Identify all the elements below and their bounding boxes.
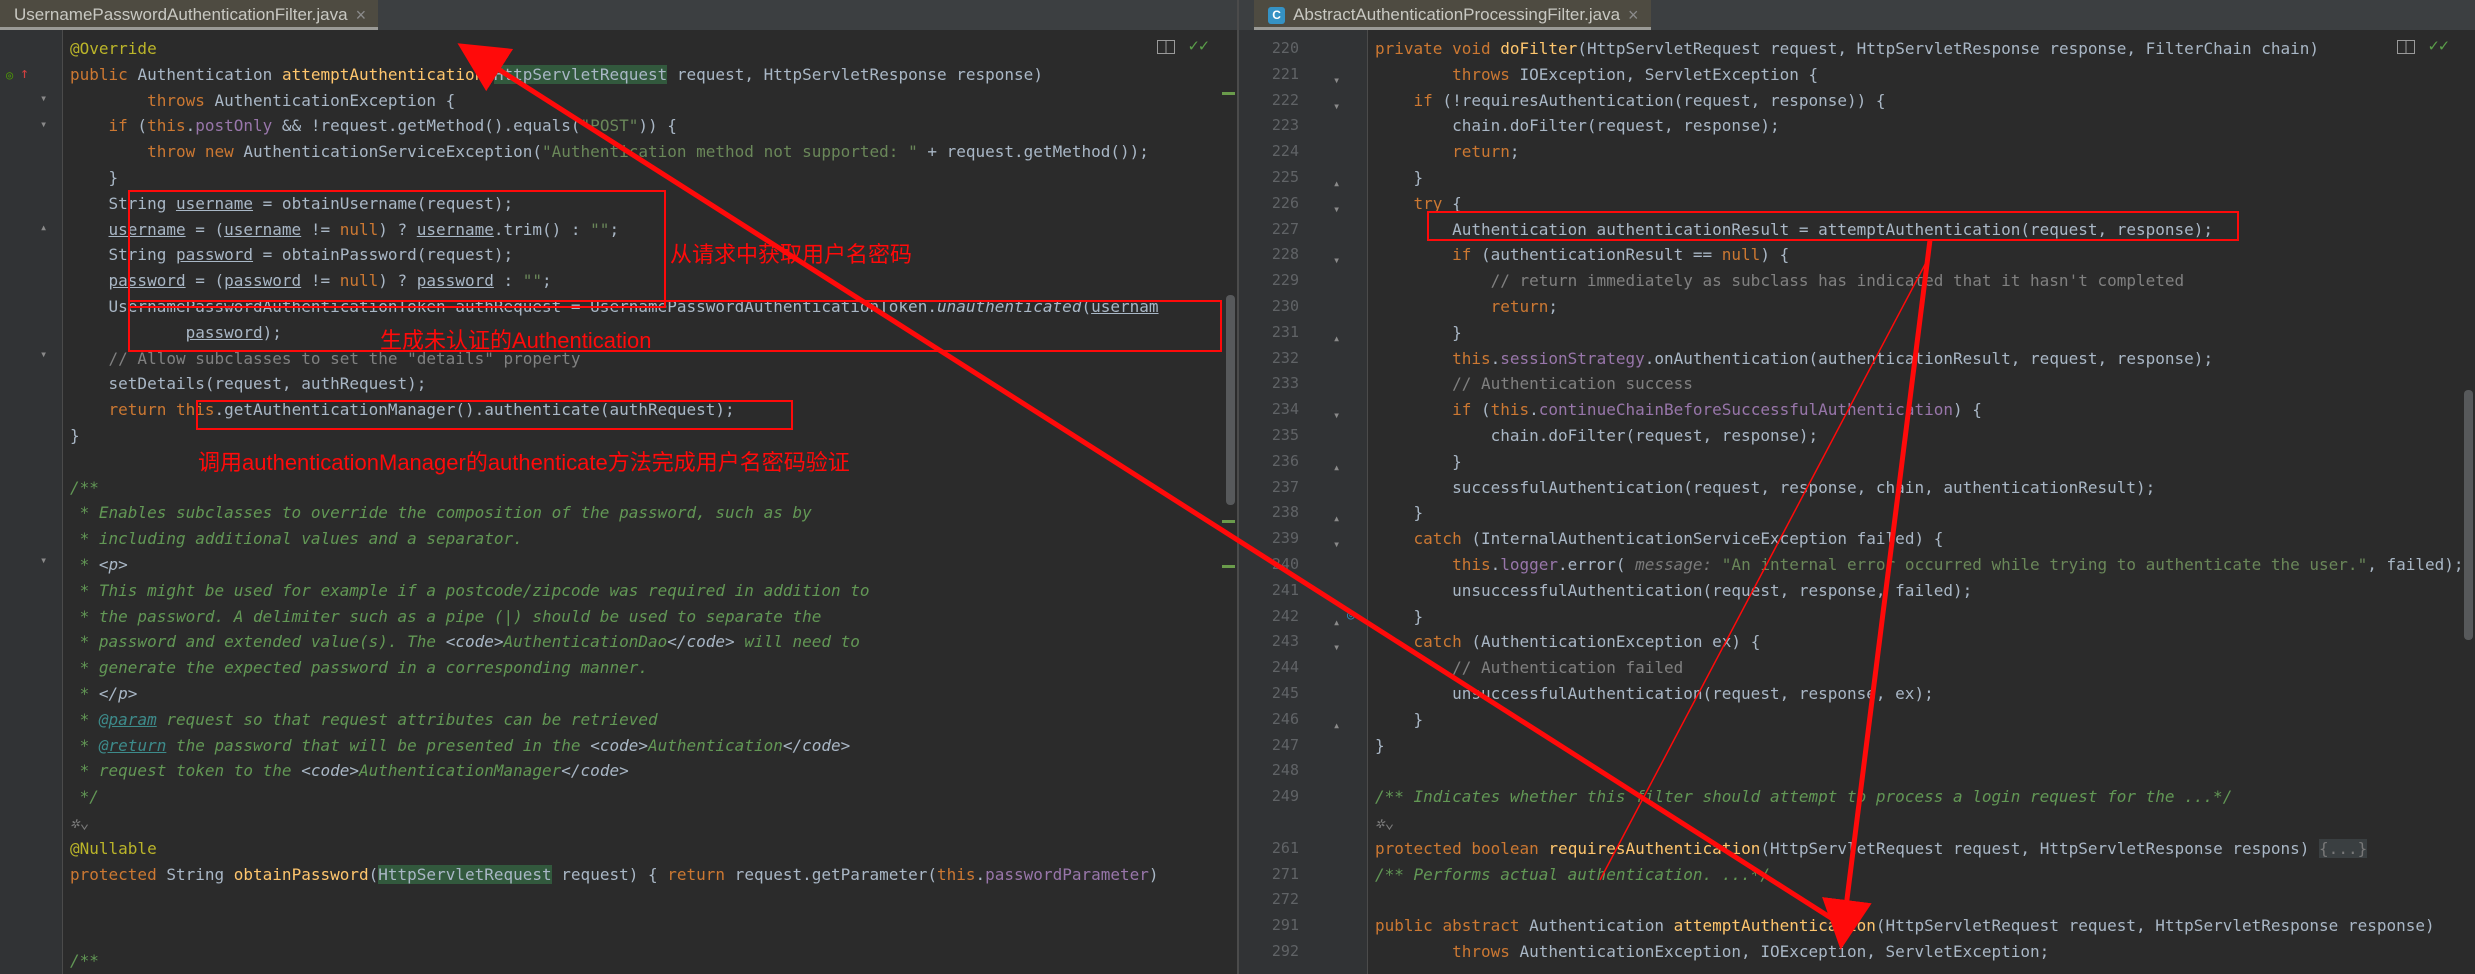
fold-arrow-icon[interactable]: ▴: [1333, 171, 1340, 197]
tab-label: UsernamePasswordAuthenticationFilter.jav…: [14, 5, 348, 24]
fold-arrow-icon[interactable]: ▴: [40, 215, 47, 241]
line-number: 222: [1271, 90, 1299, 109]
fold-arrow-icon[interactable]: ▾: [1333, 94, 1340, 120]
right-code-content[interactable]: private void doFilter(HttpServletRequest…: [1375, 30, 2464, 965]
line-number: 239: [1271, 529, 1299, 548]
line-number: 272: [1271, 890, 1299, 909]
left-editor-pane[interactable]: ◎ ↑ ▾ ▾ ▴ ▾ ▾ @Override public Authentic…: [0, 30, 1237, 974]
left-gutter[interactable]: [0, 30, 62, 974]
line-number: 245: [1271, 683, 1299, 702]
annotation-box-authenticate-call: [196, 400, 793, 430]
scrollbar-marker[interactable]: [1222, 565, 1235, 568]
annotation-box-unauthenticated-token: [128, 300, 1222, 352]
right-scrollbar-thumb[interactable]: [2464, 390, 2473, 640]
left-gutter-divider: [62, 30, 63, 974]
fold-arrow-icon[interactable]: ▾: [1333, 197, 1340, 223]
line-number: 271: [1271, 864, 1299, 883]
line-number: 223: [1271, 116, 1299, 135]
implements-arrow-icon[interactable]: ↑: [20, 64, 29, 82]
fold-arrow-icon[interactable]: ▴: [1333, 713, 1340, 739]
fold-arrow-icon[interactable]: ▴: [1333, 506, 1340, 532]
line-number: 261: [1271, 838, 1299, 857]
line-number: 235: [1271, 425, 1299, 444]
line-number: 220: [1271, 39, 1299, 57]
line-number: 240: [1271, 554, 1299, 573]
line-number: 228: [1271, 245, 1299, 264]
line-number: 227: [1271, 219, 1299, 238]
right-scrollbar[interactable]: [2462, 30, 2475, 974]
line-number: 292: [1271, 941, 1299, 960]
fold-arrow-icon[interactable]: ▾: [1333, 403, 1340, 429]
line-number: 247: [1271, 735, 1299, 754]
tab-abstract-authentication-processing-filter[interactable]: C AbstractAuthenticationProcessingFilter…: [1254, 0, 1651, 30]
right-editor-top-right-widgets[interactable]: ✓✓: [2396, 38, 2449, 55]
annotation-label-authenticate-call: 调用authenticationManager的authenticate方法完成…: [198, 450, 850, 475]
fold-arrow-icon[interactable]: ▾: [1333, 635, 1340, 661]
line-number: 229: [1271, 271, 1299, 290]
inspections-ok-icon[interactable]: ✓✓: [2429, 38, 2449, 55]
left-fold-column[interactable]: ▾ ▾ ▴: [40, 80, 47, 241]
left-code-content-tail[interactable]: /** * Enables subclasses to override the…: [70, 942, 812, 974]
right-gutter-divider: [1367, 30, 1368, 974]
line-number: 233: [1271, 374, 1299, 393]
left-scrollbar[interactable]: [1222, 30, 1237, 974]
right-fold-column[interactable]: ▾ ▾ ▴ ▾ ▾ ▴ ▾ ▴ ▴ ▾ ▴ ▾ ▴: [1333, 36, 1340, 739]
inspections-ok-icon[interactable]: ✓✓: [1189, 38, 1209, 55]
override-marker-icon[interactable]: ◎: [6, 68, 13, 82]
fold-arrow-icon[interactable]: ▾: [40, 112, 47, 138]
close-icon[interactable]: ×: [356, 6, 367, 24]
line-number: 230: [1271, 296, 1299, 315]
line-number: 225: [1271, 167, 1299, 186]
right-editor-pane[interactable]: 220 221 222 223 224 225 226 227 228 229 …: [1237, 30, 2475, 974]
annotation-label-unauthenticated: 生成未认证的Authentication: [380, 328, 652, 353]
fold-arrow-icon[interactable]: ▴: [1333, 455, 1340, 481]
line-number: 291: [1271, 916, 1299, 935]
line-number: 224: [1271, 142, 1299, 161]
scrollbar-marker[interactable]: [1222, 92, 1235, 95]
line-number: 244: [1271, 658, 1299, 677]
line-number: 231: [1271, 322, 1299, 341]
annotation-box-authentication-result: [1427, 211, 2239, 241]
scrollbar-marker[interactable]: [1222, 520, 1235, 523]
annotation-label-obtain-credentials: 从请求中获取用户名密码: [670, 242, 913, 267]
documentation-icon[interactable]: [2396, 39, 2415, 54]
editor-split: ◎ ↑ ▾ ▾ ▴ ▾ ▾ @Override public Authentic…: [0, 0, 2475, 974]
line-number: [1247, 810, 1299, 836]
left-editor-top-right-widgets[interactable]: ✓✓: [1156, 38, 1209, 55]
editor-pane-divider[interactable]: [1237, 0, 1239, 974]
line-number: 242: [1271, 606, 1299, 625]
abstract-method-marker-icon[interactable]: ◎: [1347, 608, 1355, 623]
line-number: 234: [1271, 400, 1299, 419]
line-number: 241: [1271, 580, 1299, 599]
line-number: 246: [1271, 709, 1299, 728]
documentation-icon[interactable]: [1156, 39, 1175, 54]
line-number: 243: [1271, 632, 1299, 651]
java-class-icon: C: [1268, 6, 1286, 24]
left-fold-column-3[interactable]: ▾: [40, 542, 47, 574]
fold-arrow-icon[interactable]: ▾: [1333, 248, 1340, 274]
fold-arrow-icon[interactable]: ▴: [1333, 610, 1340, 636]
right-line-numbers: 220 221 222 223 224 225 226 227 228 229 …: [1247, 30, 1299, 965]
fold-arrow-icon[interactable]: ▾: [1333, 532, 1340, 558]
line-number: 236: [1271, 451, 1299, 470]
tab-username-password-authentication-filter[interactable]: UsernamePasswordAuthenticationFilter.jav…: [0, 0, 379, 30]
line-number: 226: [1271, 193, 1299, 212]
line-number: 249: [1271, 787, 1299, 806]
tab-label: AbstractAuthenticationProcessingFilter.j…: [1293, 5, 1621, 24]
line-number: 237: [1271, 477, 1299, 496]
fold-arrow-icon[interactable]: ▾: [40, 86, 47, 112]
line-number: 221: [1271, 64, 1299, 83]
line-number: 248: [1271, 761, 1299, 780]
annotation-box-obtain-credentials: [128, 190, 666, 308]
left-scrollbar-thumb[interactable]: [1226, 295, 1235, 505]
line-number: 232: [1271, 348, 1299, 367]
fold-arrow-icon[interactable]: ▾: [40, 548, 47, 574]
fold-arrow-icon[interactable]: ▾: [1333, 68, 1340, 94]
close-icon[interactable]: ×: [1628, 6, 1639, 24]
line-number: 238: [1271, 503, 1299, 522]
fold-arrow-icon[interactable]: ▾: [40, 342, 47, 368]
fold-arrow-icon[interactable]: ▴: [1333, 326, 1340, 352]
left-fold-column-2[interactable]: ▾: [40, 336, 47, 368]
